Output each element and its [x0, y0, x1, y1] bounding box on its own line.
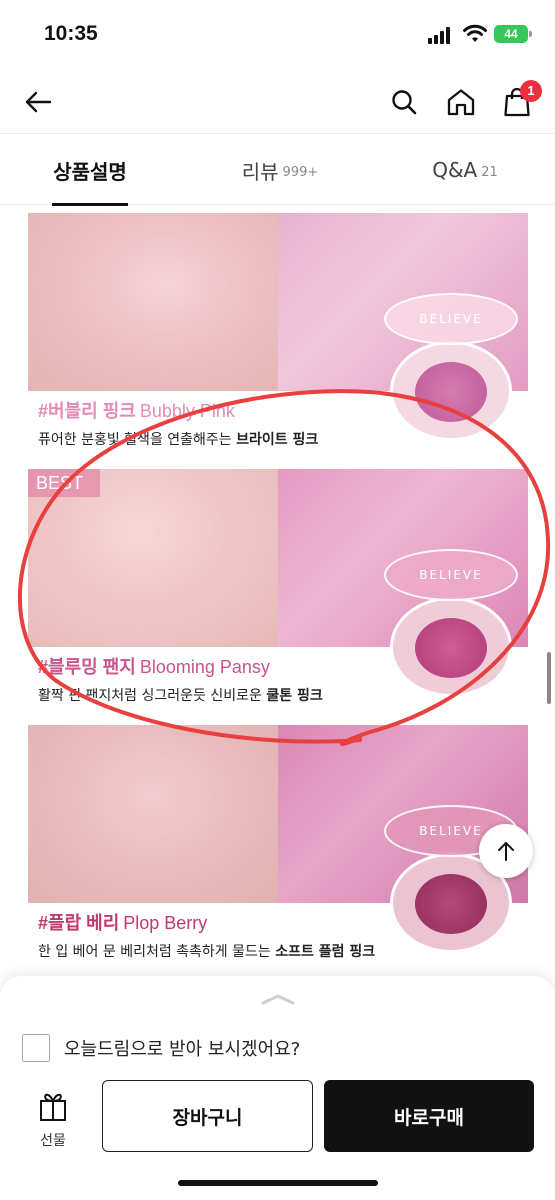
search-icon — [392, 90, 417, 115]
battery-icon: 44 — [494, 25, 532, 43]
tab-qna[interactable]: Q&A 21 — [410, 135, 520, 205]
desc-highlight: 브라이트 핑크 — [236, 432, 319, 448]
skin-swatch-image — [28, 213, 278, 391]
shade-bubbly-pink: BELIEVE #버블리 핑크 Bubbly Pink 퓨어한 분홍빛 혈색을 연… — [28, 213, 528, 458]
shade-title: #플랍 베리 Plop Berry — [38, 909, 207, 935]
cart-count-badge: 1 — [520, 80, 542, 102]
signal-icon — [428, 26, 454, 44]
cushion-compact-image: BELIEVE — [384, 293, 518, 443]
shade-description: 퓨어한 분홍빛 혈색을 연출해주는 브라이트 핑크 — [38, 429, 318, 449]
search-button[interactable] — [384, 82, 424, 122]
shade-description: 한 입 베어 문 베리처럼 촉촉하게 물드는 소프트 플럼 핑크 — [38, 941, 375, 961]
status-bar: 10:35 44 — [0, 0, 555, 70]
shade-name-en: Plop Berry — [123, 913, 208, 933]
arrow-up-icon — [498, 842, 514, 861]
tab-description[interactable]: 상품설명 — [30, 135, 150, 206]
gift-label: 선물 — [40, 1133, 66, 1149]
shade-title: #블루밍 팬지 Blooming Pansy — [38, 653, 270, 679]
home-icon — [447, 89, 475, 116]
today-delivery-checkbox[interactable] — [22, 1034, 50, 1062]
tab-reviews[interactable]: 리뷰 999+ — [210, 135, 350, 205]
today-delivery-label: 오늘드림으로 받아 보시겠어요? — [64, 1039, 301, 1060]
scroll-to-top-button[interactable] — [479, 824, 533, 878]
desc-text: 퓨어한 분홍빛 혈색을 연출해주는 — [38, 432, 237, 448]
gift-icon — [40, 1093, 66, 1121]
home-indicator — [178, 1180, 378, 1186]
purchase-sheet: 오늘드림으로 받아 보시겠어요? 선물 장바구니 바로구매 — [0, 976, 555, 1200]
skin-swatch-image — [28, 725, 278, 903]
shade-plop-berry: BELIEVE #플랍 베리 Plop Berry 한 입 베어 문 베리처럼 촉… — [28, 725, 528, 970]
desc-highlight: 쿨톤 핑크 — [266, 688, 323, 704]
wifi-icon — [463, 24, 487, 42]
today-delivery-option: 오늘드림으로 받아 보시겠어요? — [22, 1034, 300, 1062]
shade-blooming-pansy: BEST BELIEVE #블루밍 팬지 Blooming Pansy 활짝 핀 … — [28, 469, 528, 714]
top-nav: 1 — [0, 70, 555, 134]
desc-text: 활짝 핀 팬지처럼 싱그러운듯 신비로운 — [38, 688, 267, 704]
tab-count: 21 — [481, 164, 498, 180]
shade-name-en: Bubbly Pink — [139, 401, 235, 421]
shade-name-kr: #버블리 핑크 — [38, 401, 136, 421]
buy-now-button[interactable]: 바로구매 — [324, 1080, 534, 1152]
home-button[interactable] — [441, 82, 481, 122]
shade-name-en: Blooming Pansy — [139, 657, 270, 677]
gift-button[interactable]: 선물 — [28, 1090, 78, 1150]
best-badge: BEST — [28, 469, 100, 497]
shade-name-kr: #플랍 베리 — [38, 913, 120, 933]
shade-name-kr: #블루밍 팬지 — [38, 657, 136, 677]
tab-label: Q&A — [432, 158, 478, 182]
desc-text: 한 입 베어 문 베리처럼 촉촉하게 물드는 — [38, 944, 276, 960]
compact-lid-text: BELIEVE — [384, 293, 518, 345]
product-description: BELIEVE #버블리 핑크 Bubbly Pink 퓨어한 분홍빛 혈색을 연… — [0, 206, 555, 976]
tab-label: 상품설명 — [53, 159, 127, 184]
status-time: 10:35 — [44, 22, 98, 45]
tab-count: 999+ — [282, 164, 319, 180]
shade-description: 활짝 핀 팬지처럼 싱그러운듯 신비로운 쿨톤 핑크 — [38, 685, 323, 705]
add-to-cart-button[interactable]: 장바구니 — [102, 1080, 313, 1152]
desc-highlight: 소프트 플럼 핑크 — [275, 944, 376, 960]
compact-lid-text: BELIEVE — [384, 549, 518, 601]
back-arrow-icon — [25, 91, 52, 113]
shade-title: #버블리 핑크 Bubbly Pink — [38, 397, 235, 423]
back-button[interactable] — [18, 82, 58, 122]
detail-tabs: 상품설명 리뷰 999+ Q&A 21 — [0, 135, 555, 206]
scrollbar[interactable] — [547, 652, 551, 704]
sheet-handle-icon[interactable] — [260, 992, 296, 1006]
cushion-compact-image: BELIEVE — [384, 549, 518, 699]
tab-label: 리뷰 — [241, 159, 279, 184]
